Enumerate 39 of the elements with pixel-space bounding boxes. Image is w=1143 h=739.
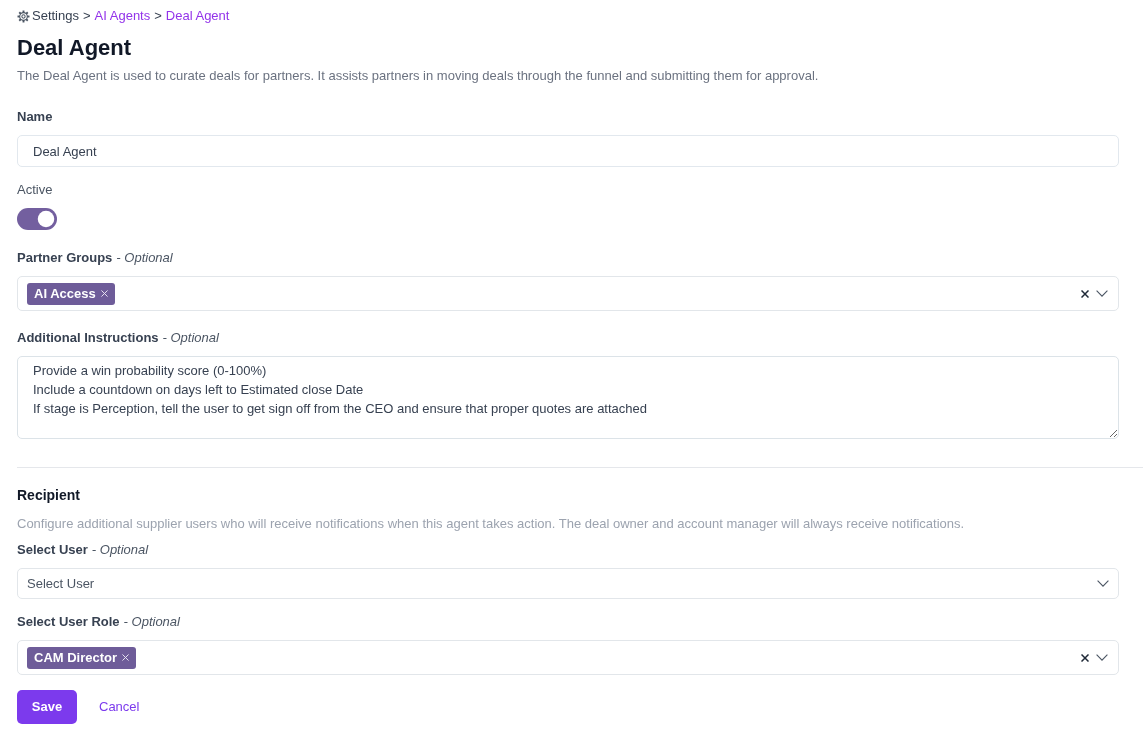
clear-icon[interactable]: [1081, 653, 1089, 662]
toggle-switch[interactable]: [17, 208, 57, 230]
clear-icon[interactable]: [1081, 289, 1089, 298]
field-label: Active: [17, 182, 53, 198]
page-title: Deal Agent: [17, 34, 133, 62]
cancel-link[interactable]: Cancel: [99, 697, 140, 717]
breadcrumb-link[interactable]: Deal Agent: [165, 8, 230, 24]
tag-label: AI Access: [34, 285, 96, 302]
text-input[interactable]: Deal Agent: [17, 135, 1119, 167]
chevron-down-icon[interactable]: [1097, 580, 1109, 587]
breadcrumb-link[interactable]: AI Agents: [94, 8, 151, 24]
multiselect-field[interactable]: AI Access: [17, 276, 1119, 311]
field-label: Name: [17, 109, 53, 125]
tag-label: CAM Director: [34, 649, 118, 666]
section-title: Recipient: [17, 486, 81, 504]
optional-note: - Optional: [162, 330, 219, 346]
select-field[interactable]: Select User: [17, 568, 1119, 599]
field-label: Select User Role: [17, 614, 120, 630]
field-label: Partner Groups: [17, 250, 113, 266]
page-description: The Deal Agent is used to curate deals for partners. It assists partners in moving deals through the funnel and submitting them for approval.: [17, 68, 820, 84]
optional-note: - Optional: [91, 542, 149, 558]
breadcrumb-separator: >: [154, 8, 162, 24]
selected-tag[interactable]: CAM Director: [27, 646, 137, 669]
chevron-down-icon[interactable]: [1096, 654, 1108, 661]
textarea-field[interactable]: Provide a win probability score (0-100%) Include a countdown on days left to Estimated close Date If stage is Perception, tell the user to get sign off from the CEO and ensure that proper quotes are attached: [17, 356, 1119, 439]
breadcrumb-separator: >: [83, 8, 91, 24]
field-label: Select User: [17, 542, 88, 558]
gear-icon: [17, 9, 30, 23]
selected-tag[interactable]: AI Access: [27, 282, 115, 305]
field-label: Additional Instructions: [17, 330, 159, 346]
save-button[interactable]: Save: [17, 690, 77, 724]
multiselect-field[interactable]: CAM Director: [17, 640, 1119, 675]
breadcrumb-item[interactable]: Settings: [32, 8, 79, 24]
optional-note: - Optional: [116, 250, 173, 266]
remove-tag-icon[interactable]: [100, 290, 108, 297]
remove-tag-icon[interactable]: [122, 654, 130, 661]
chevron-down-icon[interactable]: [1096, 290, 1108, 297]
section-description: Configure additional supplier users who will receive notifications when this agent takes action. The deal owner and account manager will always receive notifications.: [17, 516, 966, 532]
optional-note: - Optional: [123, 614, 180, 630]
